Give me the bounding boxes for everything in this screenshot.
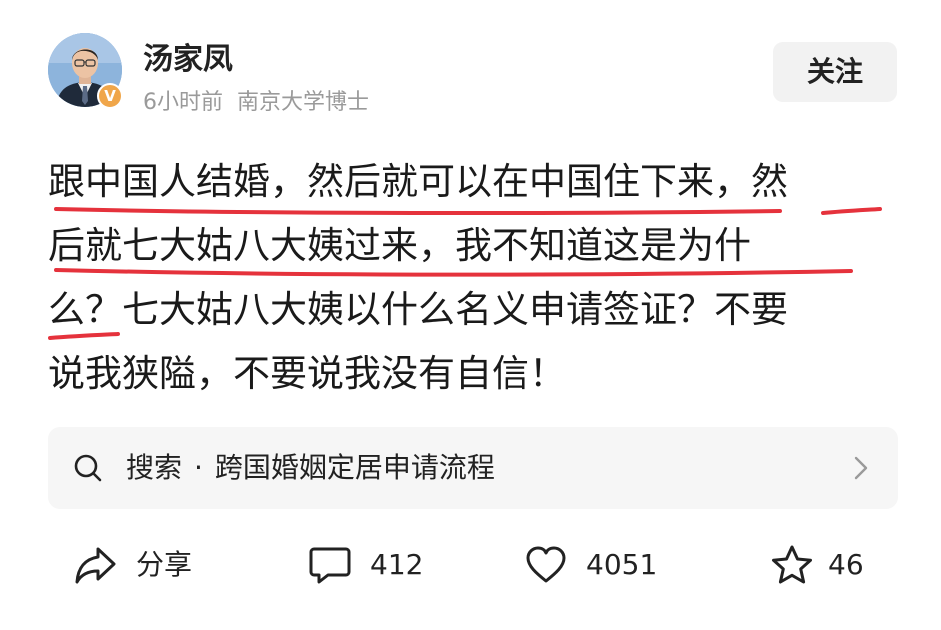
author-title: 南京大学博士 — [237, 90, 370, 115]
favorite-count: 46 — [828, 548, 864, 581]
search-prefix: 搜索 — [126, 451, 183, 484]
comment-icon — [309, 547, 351, 584]
heart-icon — [526, 546, 566, 583]
favorite-button[interactable]: 46 — [770, 540, 880, 590]
search-separator: · — [194, 451, 203, 484]
post-body: 跟中国人结婚，然后就可以在中国住下来，然 后就七大姑八大姨过来，我不知道这是为什… — [48, 150, 898, 406]
comment-count: 412 — [370, 548, 424, 581]
search-query: 跨国婚姻定居申请流程 — [214, 451, 495, 484]
post-text-line: 后就七大姑八大姨过来，我不知道这是为什 — [48, 224, 751, 267]
post-time: 6小时前 — [143, 90, 223, 115]
author-name[interactable]: 汤家凤 — [143, 34, 233, 78]
post-text-line: 么？七大姑八大姨以什么名义申请签证？不要 — [48, 288, 788, 331]
search-suggestion-text: 搜索 · 跨国婚姻定居申请流程 — [126, 427, 495, 509]
share-button[interactable]: 分享 — [74, 540, 214, 590]
chevron-right-icon — [854, 456, 868, 480]
like-count: 4051 — [586, 548, 658, 581]
search-suggestion[interactable]: 搜索 · 跨国婚姻定居申请流程 — [48, 427, 898, 509]
post-card: V 汤家凤 6小时前 南京大学博士 关注 跟中国人结婚，然后就可以在中国住下来，然… — [0, 0, 941, 630]
post-text-line: 说我狭隘，不要说我没有自信！ — [48, 352, 566, 395]
share-icon — [75, 547, 116, 584]
star-icon — [772, 545, 812, 584]
follow-button[interactable]: 关注 — [773, 42, 897, 102]
share-label: 分享 — [136, 548, 193, 581]
like-button[interactable]: 4051 — [524, 540, 664, 590]
post-text-line: 跟中国人结婚，然后就可以在中国住下来，然 — [48, 160, 788, 203]
post-meta: 6小时前 南京大学博士 — [143, 84, 369, 116]
search-icon — [74, 454, 102, 482]
verified-badge: V — [97, 83, 123, 109]
comment-button[interactable]: 412 — [308, 540, 428, 590]
